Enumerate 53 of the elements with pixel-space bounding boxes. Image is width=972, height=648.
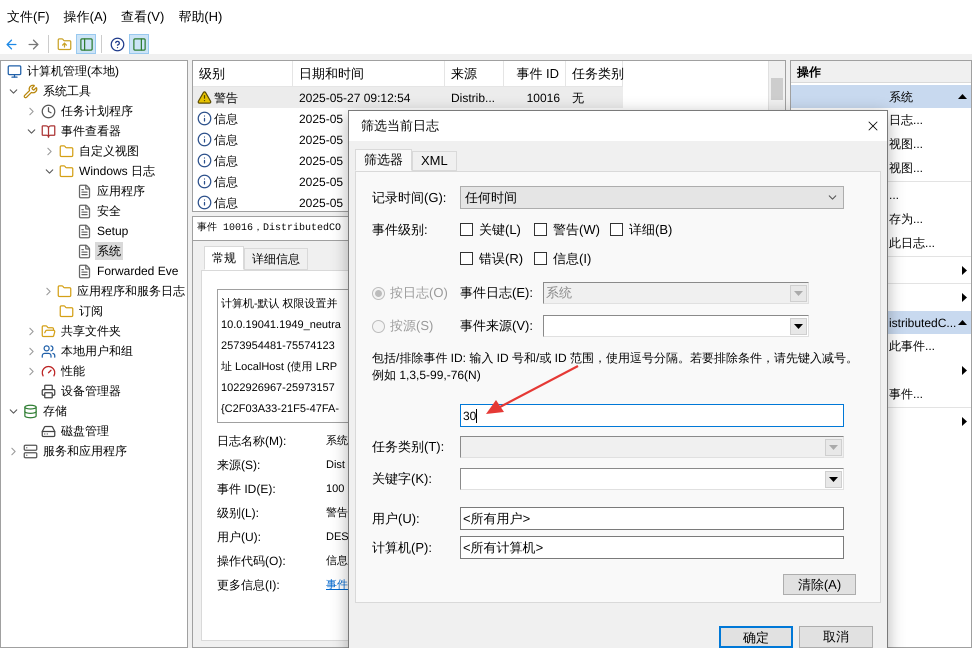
date-text: 2025-05: [298, 174, 344, 190]
field-label: 计算机(P):: [372, 538, 433, 557]
checkbox-label: 关键(L): [479, 221, 521, 239]
message-text: 2573954481-75574123: [221, 339, 335, 354]
level-text: 警告: [214, 90, 238, 106]
field-label: 事件 ID(E):: [217, 481, 277, 498]
checkbox-label: 详细(B): [629, 221, 672, 239]
radio-label: 按源(S): [390, 317, 434, 336]
checkbox-label: 信息(I): [553, 250, 592, 268]
radio-label: 按日志(O): [390, 284, 448, 302]
event-id-description: 包括/排除事件 ID: 输入 ID 号和/或 ID 范围，使用逗号分隔。若要排除条件，请先键入减号。例如 1,3,5-99,-76(N): [372, 350, 860, 384]
field-label: 用户(U):: [217, 529, 262, 546]
level-text: 信息: [214, 152, 238, 170]
message-text: 10.0.19041.1949_neutra: [221, 318, 341, 333]
field-label: 事件来源(V):: [460, 317, 534, 336]
task-category-text: 无: [571, 90, 585, 106]
field-label: 来源(S):: [217, 457, 262, 474]
field-label: 任务类别(T):: [372, 438, 446, 456]
field-label: 日志名称(M):: [217, 433, 288, 450]
field-label: 记录时间(G):: [372, 188, 448, 207]
message-text: 1022926967-25973157: [221, 381, 335, 396]
message-text: 计算机-默认 权限设置并: [221, 296, 338, 312]
actions-title: 操作: [797, 64, 821, 80]
source-text: Distrib...: [450, 90, 496, 106]
checkbox-label: 警告(W): [553, 221, 600, 239]
date-text: 2025-05: [298, 132, 344, 148]
field-value: Dist: [326, 458, 345, 473]
field-value: DES: [326, 530, 349, 545]
field-label: 操作代码(O):: [217, 553, 287, 570]
level-text: 信息: [214, 174, 238, 190]
checkbox-label: 错误(R): [479, 250, 524, 268]
field-label: 事件日志(E):: [460, 284, 534, 302]
field-value: 信息: [326, 554, 348, 569]
field-value: 系统: [326, 434, 348, 449]
field-label: 更多信息(I):: [217, 577, 281, 594]
event-id-text: 10016: [526, 90, 561, 106]
field-label: 关键字(K):: [372, 470, 433, 488]
level-text: 信息: [214, 132, 238, 148]
date-text: 2025-05: [298, 110, 344, 128]
dialog-title: 筛选当前日志: [361, 117, 439, 136]
message-text: {C2F03A33-21F5-47FA-: [221, 402, 340, 417]
field-label: 级别(L):: [217, 505, 260, 522]
level-text: 信息: [214, 194, 238, 212]
date-text: 2025-05: [298, 152, 344, 170]
field-label: 用户(U):: [372, 510, 421, 528]
level-text: 信息: [214, 110, 238, 128]
message-text: 址 LocalHost (使用 LRP: [221, 360, 338, 375]
field-label: 事件级别:: [372, 221, 429, 239]
date-text: 2025-05: [298, 194, 344, 212]
event-title: 事件 10016，DistributedCO: [197, 221, 342, 236]
field-value: 100: [326, 482, 344, 497]
field-value: 警告: [326, 506, 348, 521]
date-text: 2025-05-27 09:12:54: [298, 90, 412, 106]
